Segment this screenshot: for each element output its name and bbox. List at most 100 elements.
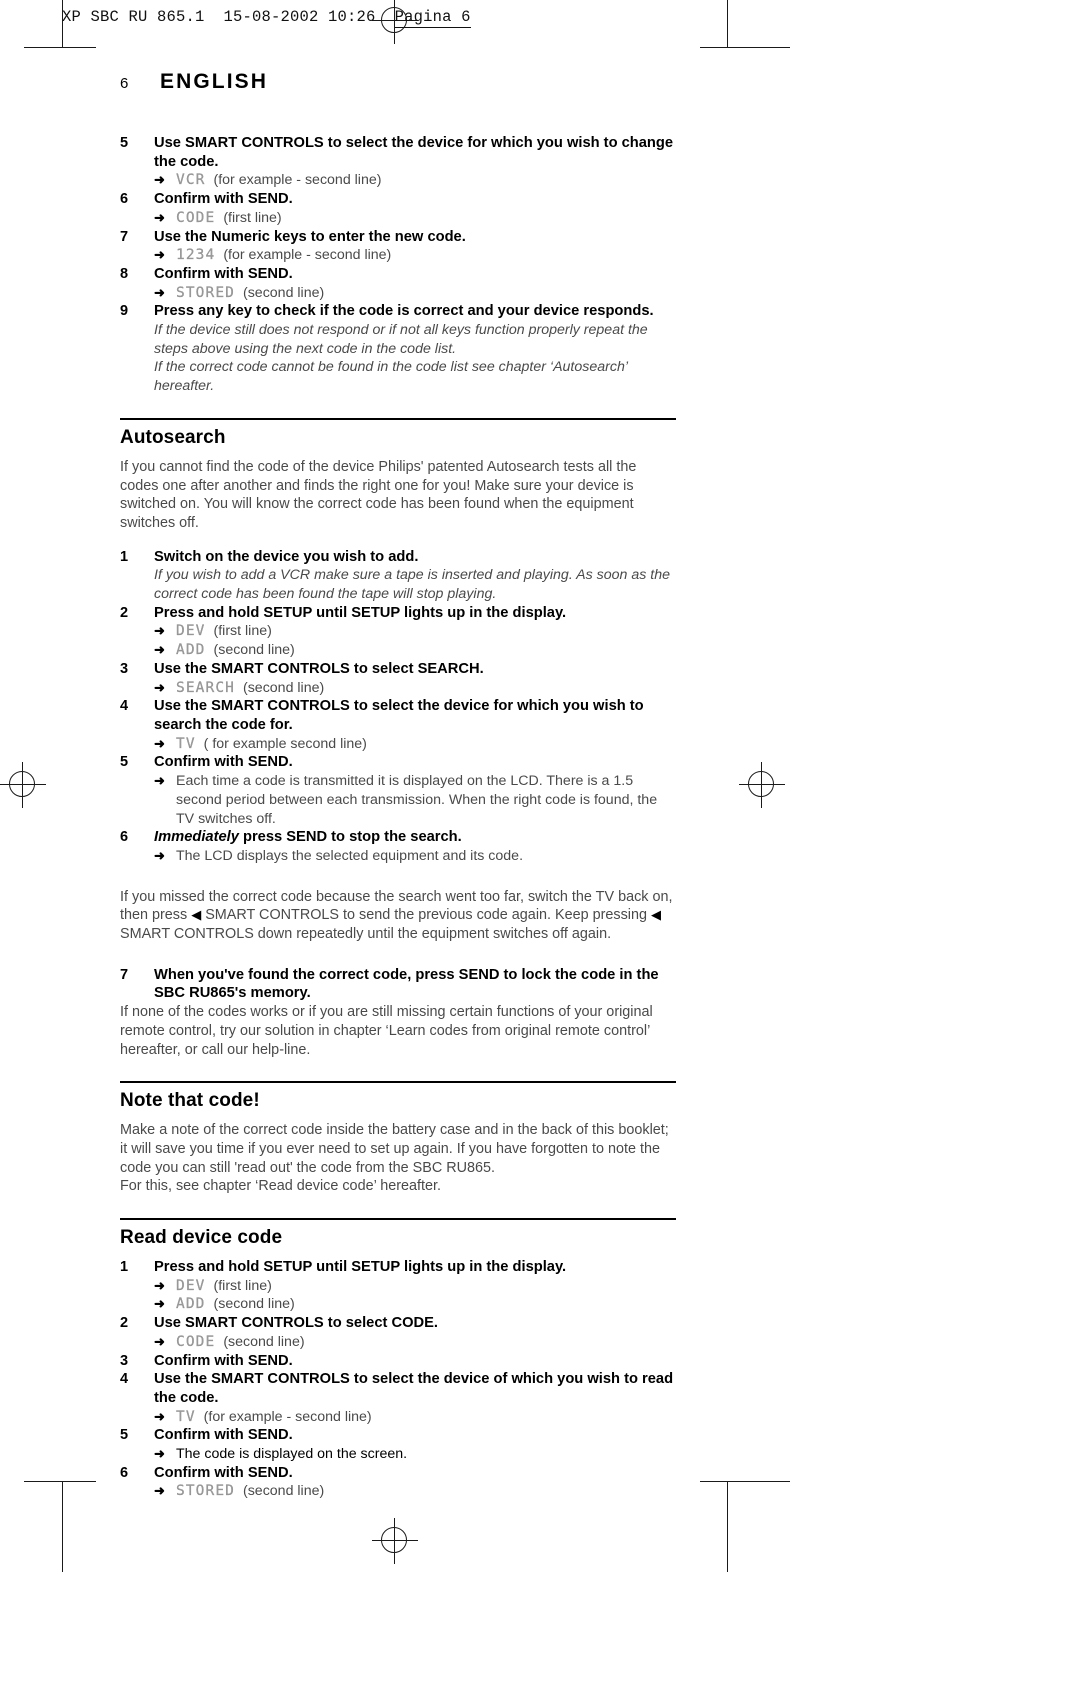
arrow-right-icon: ➜ <box>154 1277 165 1293</box>
step-item: 3 Confirm with SEND. <box>120 1352 676 1371</box>
lcd-display-text: CODE <box>176 209 216 226</box>
sub-line-text: CODE (first line) <box>176 209 676 228</box>
step-item: 3 Use the SMART CONTROLS to select SEARC… <box>120 660 676 679</box>
section-divider <box>120 417 676 420</box>
arrow-right-icon: ➜ <box>154 623 165 639</box>
sub-line-note: (second line) <box>242 679 325 696</box>
autosearch-closing-paragraph: If none of the codes works or if you are… <box>120 1004 653 1058</box>
arrow-right-icon: ➜ <box>154 209 165 225</box>
step-sub-line: ➜ VCR (for example - second line) <box>154 171 676 190</box>
step-sub-line: ➜ STORED (second line) <box>154 1482 676 1501</box>
lcd-display-text: DEV <box>176 623 206 640</box>
sub-line-note: The LCD displays the selected equipment … <box>176 847 524 864</box>
missed-code-text-3: SMART CONTROLS down repeatedly until the… <box>120 926 612 943</box>
step-remark: If you wish to add a VCR make sure a tap… <box>154 567 671 603</box>
step-number: 2 <box>120 1315 129 1332</box>
step-item: 6 Immediately press SEND to stop the sea… <box>120 828 676 847</box>
step-number: 1 <box>120 548 129 565</box>
step-number: 4 <box>120 1371 129 1388</box>
crop-mark-top-left-h <box>24 47 96 48</box>
sub-line-text: TV (for example - second line) <box>176 1408 676 1427</box>
step-text: Use the SMART CONTROLS to select SEARCH. <box>154 660 484 677</box>
step-text: Confirm with SEND. <box>154 191 293 208</box>
step-text: Press any key to check if the code is co… <box>154 303 654 320</box>
step-number: 6 <box>120 191 129 208</box>
sub-line-text: DEV (first line) <box>176 1277 676 1296</box>
triangle-left-icon: ◀ <box>191 907 202 923</box>
step-sub-line: ➜ The LCD displays the selected equipmen… <box>154 847 676 866</box>
step-sub-line: ➜ The code is displayed on the screen. <box>154 1445 676 1464</box>
sub-line-text: CODE (second line) <box>176 1333 676 1352</box>
crop-mark-top-right-v <box>727 0 728 48</box>
sub-line-note: (first line) <box>213 1277 272 1294</box>
arrow-right-icon: ➜ <box>154 1296 165 1312</box>
step-sub-line: ➜ TV (for example - second line) <box>154 1408 676 1427</box>
arrow-right-icon: ➜ <box>154 1446 165 1462</box>
arrow-right-icon: ➜ <box>154 284 165 300</box>
step-sub-line: ➜ CODE (first line) <box>154 209 676 228</box>
step-sub-line: ➜ STORED (second line) <box>154 284 676 303</box>
film-header-page-label: Pagina 6 <box>394 8 471 28</box>
sub-line-text: TV ( for example second line) <box>176 735 676 754</box>
section-divider <box>120 1218 676 1221</box>
step-number: 7 <box>120 228 129 245</box>
step-text: Use the SMART CONTROLS to select the dev… <box>154 698 644 733</box>
crop-mark-top-right-h <box>700 47 790 48</box>
step-sub-line: ➜ ADD (second line) <box>154 641 676 660</box>
step-sub-line: ➜ TV ( for example second line) <box>154 735 676 754</box>
step-text: Confirm with SEND. <box>154 754 293 771</box>
step-item: 6 Confirm with SEND. <box>120 1464 676 1483</box>
lcd-display-text: CODE <box>176 1333 216 1350</box>
step-sub-line: ➜ 1234 (for example - second line) <box>154 246 676 265</box>
lcd-display-text: SEARCH <box>176 679 235 696</box>
sub-line-text: ADD (second line) <box>176 1295 676 1314</box>
note-that-code-paragraph-1: Make a note of the correct code inside t… <box>120 1122 669 1176</box>
sub-line-text: DEV (first line) <box>176 622 676 641</box>
read-device-code-steps-list: 1 Press and hold SETUP until SETUP light… <box>120 1258 676 1501</box>
step-text: Immediately press SEND to stop the searc… <box>154 828 676 847</box>
step-text: Use the Numeric keys to enter the new co… <box>154 228 466 245</box>
step-text: Confirm with SEND. <box>154 265 293 282</box>
step-sub-line: ➜ DEV (first line) <box>154 1277 676 1296</box>
step-item: 6 Confirm with SEND. <box>120 190 676 209</box>
autosearch-intro: If you cannot find the code of the devic… <box>120 458 637 531</box>
step-text: Use SMART CONTROLS to select CODE. <box>154 1315 438 1332</box>
step-number: 1 <box>120 1259 129 1276</box>
step-item: 5 Use SMART CONTROLS to select the devic… <box>120 134 676 171</box>
triangle-left-icon: ◀ <box>651 907 662 923</box>
sub-line-note: ( for example second line) <box>203 735 367 752</box>
arrow-right-icon: ➜ <box>154 247 165 263</box>
step-number: 6 <box>120 829 129 846</box>
section-heading-autosearch: Autosearch <box>120 426 226 448</box>
sub-line-note: (second line) <box>223 1333 305 1350</box>
step-text: Switch on the device you wish to add. <box>154 548 419 565</box>
missed-code-paragraph: If you missed the correct code because t… <box>120 888 676 944</box>
step-sub-line: ➜ SEARCH (second line) <box>154 679 676 698</box>
page-header: 6 ENGLISH <box>120 70 676 94</box>
sub-line-text: STORED (second line) <box>176 284 676 303</box>
step-text: Confirm with SEND. <box>154 1464 293 1481</box>
step-remark: If the device still does not respond or … <box>154 322 648 357</box>
arrow-right-icon: ➜ <box>154 735 165 751</box>
step-item: 2 Press and hold SETUP until SETUP light… <box>120 604 676 623</box>
step-text-rest: press SEND to stop the search. <box>238 829 462 846</box>
step-item: 8 Confirm with SEND. <box>120 265 676 284</box>
step-text: Press and hold SETUP until SETUP lights … <box>154 1259 567 1276</box>
crop-mark-bottom-right-v <box>727 1482 728 1572</box>
sub-line-note: (for example - second line) <box>203 1408 372 1425</box>
step-text: Press and hold SETUP until SETUP lights … <box>154 604 567 621</box>
registration-mark-bottom <box>372 1518 418 1564</box>
sub-line-note: (second line) <box>242 1483 325 1500</box>
film-header: XP SBC RU 865.1 15-08-2002 10:26 Pagina … <box>62 8 471 28</box>
step-item: 2 Use SMART CONTROLS to select CODE. <box>120 1314 676 1333</box>
sub-line-note: (second line) <box>213 1296 295 1313</box>
content-column: 6 ENGLISH 5 Use SMART CONTROLS to select… <box>120 70 676 1501</box>
step-number: 2 <box>120 604 129 621</box>
arrow-right-icon: ➜ <box>154 679 165 695</box>
step-text: Confirm with SEND. <box>154 1427 293 1444</box>
arrow-right-icon: ➜ <box>154 1333 165 1349</box>
registration-mark-left <box>0 762 46 808</box>
sub-line-text: VCR (for example - second line) <box>176 171 676 190</box>
arrow-right-icon: ➜ <box>154 1483 165 1499</box>
arrow-right-icon: ➜ <box>154 1408 165 1424</box>
